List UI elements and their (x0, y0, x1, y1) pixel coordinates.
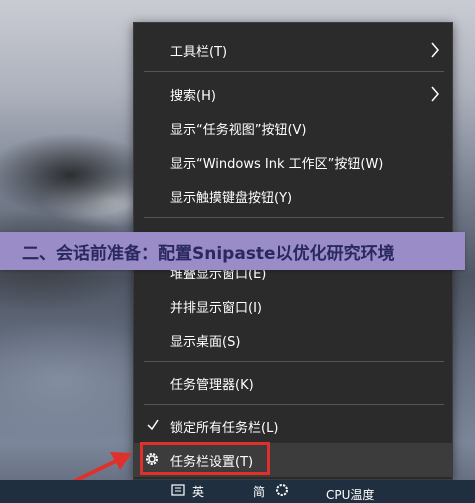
menu-item-label: 工具栏(T) (170, 44, 228, 60)
chevron-right-icon (431, 86, 439, 102)
menu-separator (144, 217, 444, 218)
menu-item-label: 任务管理器(K) (170, 377, 254, 393)
cpu-temperature-label[interactable]: CPU温度 (326, 486, 374, 503)
menu-item-task-manager[interactable]: 任务管理器(K) (134, 366, 452, 400)
title-banner: 二、会话前准备：配置Snipaste以优化研究环境 (0, 232, 465, 270)
menu-item-label: 显示“Windows Ink 工作区”按钮(W) (170, 156, 384, 172)
menu-item-lock-taskbar[interactable]: 锁定所有任务栏(L) (134, 409, 452, 443)
input-mode-label[interactable]: 简 (253, 483, 265, 500)
menu-item-label: 显示触摸键盘按钮(Y) (170, 190, 293, 206)
menu-item-search[interactable]: 搜索(H) (134, 77, 452, 111)
highlight-box (140, 442, 270, 475)
menu-item-touch-keyboard[interactable]: 显示触摸键盘按钮(Y) (134, 179, 452, 213)
menu-separator (144, 404, 444, 405)
ime-icon[interactable] (170, 482, 186, 498)
menu-item-label: 并排显示窗口(I) (170, 300, 262, 316)
menu-item-label: 锁定所有任务栏(L) (170, 420, 279, 436)
menu-item-label: 搜索(H) (170, 88, 216, 104)
menu-item-side-by-side[interactable]: 并排显示窗口(I) (134, 289, 452, 323)
menu-item-task-view[interactable]: 显示“任务视图”按钮(V) (134, 111, 452, 145)
menu-item-show-desktop[interactable]: 显示桌面(S) (134, 323, 452, 357)
input-language-label[interactable]: 英 (192, 483, 204, 500)
taskbar (0, 480, 475, 503)
menu-separator (144, 71, 444, 72)
banner-text: 二、会话前准备：配置Snipaste以优化研究环境 (22, 243, 395, 264)
menu-item-label: 显示桌面(S) (170, 334, 241, 350)
checkmark-icon (147, 419, 159, 431)
settings-icon[interactable] (274, 482, 290, 498)
menu-item-windows-ink[interactable]: 显示“Windows Ink 工作区”按钮(W) (134, 145, 452, 179)
chevron-right-icon (431, 42, 439, 58)
menu-item-toolbars[interactable]: 工具栏(T) (134, 33, 452, 67)
menu-separator (144, 361, 444, 362)
menu-item-label: 显示“任务视图”按钮(V) (170, 122, 307, 138)
